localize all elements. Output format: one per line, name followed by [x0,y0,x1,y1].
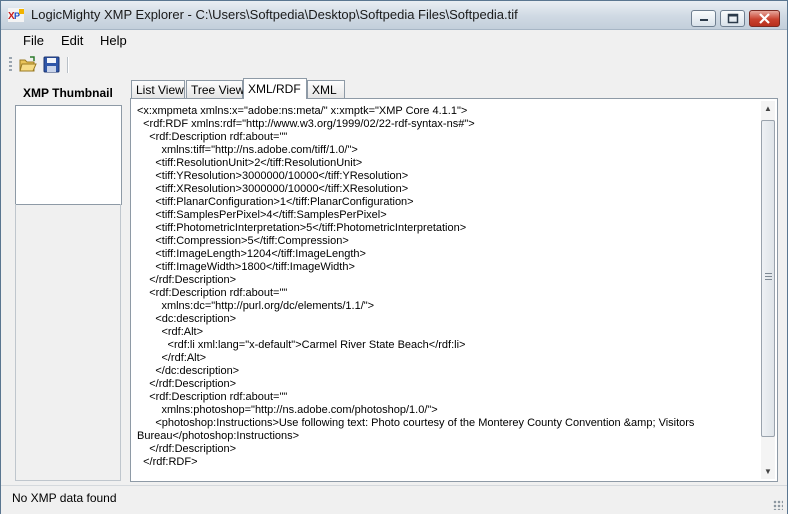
menu-bar: File Edit Help [1,30,787,52]
toolbar [1,52,787,78]
menu-help[interactable]: Help [100,33,127,48]
xml-line: Bureau</photoshop:Instructions> [137,430,300,442]
xml-line: <tiff:ImageLength>1204</tiff:ImageLength… [137,248,366,260]
window-title: LogicMighty XMP Explorer - C:\Users\Soft… [31,7,518,22]
title-bar[interactable]: X P LogicMighty XMP Explorer - C:\Users\… [1,1,787,30]
tab-xml[interactable]: XML [307,80,345,98]
scroll-down-arrow-icon[interactable]: ▼ [761,464,775,479]
xml-line: <dc:description> [137,313,237,325]
xml-line: <tiff:SamplesPerPixel>4</tiff:SamplesPer… [137,209,387,221]
xml-text-area[interactable]: <x:xmpmeta xmlns:x="adobe:ns:meta/" x:xm… [133,101,761,479]
save-button[interactable] [43,56,61,73]
menu-file[interactable]: File [23,33,44,48]
app-window: X P LogicMighty XMP Explorer - C:\Users\… [0,0,788,514]
xml-rdf-panel: <x:xmpmeta xmlns:x="adobe:ns:meta/" x:xm… [130,98,778,482]
xml-line: <tiff:XResolution>3000000/10000</tiff:XR… [137,183,409,195]
menu-edit[interactable]: Edit [61,33,83,48]
vertical-scrollbar[interactable]: ▲ ▼ [761,101,775,479]
xml-line: </rdf:Description> [137,274,237,286]
scroll-up-arrow-icon[interactable]: ▲ [761,101,775,116]
xml-line: xmlns:tiff="http://ns.adobe.com/tiff/1.0… [137,144,358,156]
resize-grip-icon[interactable] [773,500,783,510]
open-folder-icon [19,56,37,72]
xml-line: <rdf:li xml:lang="x-default">Carmel Rive… [137,339,466,351]
toolbar-separator [67,57,69,73]
xml-line: <rdf:Description rdf:about="" [137,287,288,299]
xml-line: </rdf:RDF> [137,456,198,468]
close-icon [759,13,770,24]
xml-line: </rdf:Alt> [137,352,207,364]
thumbnail-label: XMP Thumbnail [23,86,113,100]
xml-line: </rdf:Description> [137,378,237,390]
tab-tree-view[interactable]: Tree View [186,80,244,98]
left-panel [15,204,121,481]
thumbnail-preview [15,105,122,205]
maximize-icon [727,13,739,24]
save-disk-icon [43,56,60,73]
xml-line: </dc:description> [137,365,240,377]
xml-line: <rdf:RDF xmlns:rdf="http://www.w3.org/19… [137,118,475,130]
minimize-button[interactable] [691,10,716,27]
xml-line: </rdf:Description> [137,443,237,455]
scroll-grip-icon [765,273,772,280]
xml-line: <rdf:Description rdf:about="" [137,391,288,403]
toolbar-grip[interactable] [9,57,12,73]
xmp-app-icon: X P [8,8,24,22]
minimize-icon [700,19,708,21]
xml-line: xmlns:dc="http://purl.org/dc/elements/1.… [137,300,375,312]
tab-list-view[interactable]: List View [131,80,185,98]
xml-line: <tiff:PhotometricInterpretation>5</tiff:… [137,222,467,234]
xml-line: <tiff:ResolutionUnit>2</tiff:ResolutionU… [137,157,363,169]
status-bar: No XMP data found [1,485,787,514]
xml-line: <x:xmpmeta xmlns:x="adobe:ns:meta/" x:xm… [137,105,468,117]
close-button[interactable] [749,10,780,27]
xml-line: <tiff:Compression>5</tiff:Compression> [137,235,349,247]
xml-line: <rdf:Alt> [137,326,204,338]
maximize-button[interactable] [720,10,745,27]
open-button[interactable] [19,56,37,73]
xml-line: <tiff:ImageWidth>1800</tiff:ImageWidth> [137,261,355,273]
xml-line: <tiff:YResolution>3000000/10000</tiff:YR… [137,170,409,182]
scroll-thumb[interactable] [761,120,775,437]
status-text: No XMP data found [12,491,117,505]
xml-line: <photoshop:Instructions>Use following te… [137,417,695,429]
xml-line: <tiff:PlanarConfiguration>1</tiff:Planar… [137,196,414,208]
xml-line: xmlns:photoshop="http://ns.adobe.com/pho… [137,404,438,416]
tab-xml-rdf[interactable]: XML/RDF [243,78,307,99]
xml-line: <rdf:Description rdf:about="" [137,131,288,143]
